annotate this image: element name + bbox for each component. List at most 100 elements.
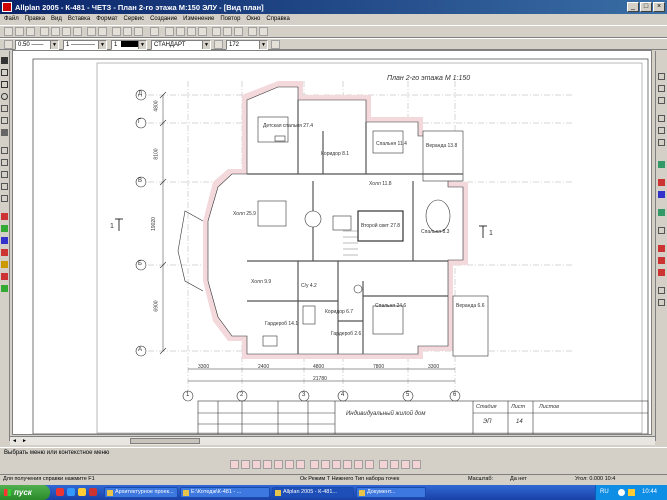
extend-icon[interactable] — [658, 257, 665, 264]
format-painter-icon[interactable] — [271, 40, 280, 49]
menu-repeat[interactable]: Повтор — [220, 16, 240, 22]
endpoint-icon[interactable] — [658, 115, 665, 122]
scale-icon[interactable] — [658, 299, 665, 306]
door-tool-icon[interactable] — [1, 159, 8, 166]
folder-quicklaunch-icon[interactable] — [78, 488, 86, 496]
filter-line-icon[interactable] — [241, 460, 250, 469]
volume-tray-icon[interactable] — [628, 489, 635, 496]
open-file-icon[interactable] — [15, 27, 24, 36]
rotate-tool-icon[interactable] — [1, 285, 8, 292]
layer-visibility-icon[interactable] — [658, 161, 665, 168]
dimension-tool-icon[interactable] — [1, 213, 8, 220]
new-file-icon[interactable] — [4, 27, 13, 36]
refresh-icon[interactable] — [134, 27, 143, 36]
network-tray-icon[interactable] — [618, 489, 625, 496]
ie-quicklaunch-icon[interactable] — [67, 488, 75, 496]
move-tool-icon[interactable] — [1, 261, 8, 268]
hide-icon[interactable] — [234, 27, 243, 36]
help-icon[interactable] — [150, 27, 159, 36]
zoom-window-icon[interactable] — [187, 27, 196, 36]
menu-file[interactable]: Файл — [4, 16, 19, 22]
erase-tool-icon[interactable] — [1, 249, 8, 256]
circle-tool-icon[interactable] — [1, 93, 8, 100]
allplan-app-icon[interactable] — [2, 2, 12, 12]
filter-dim-icon[interactable] — [365, 460, 374, 469]
fill-tool-icon[interactable] — [1, 129, 8, 136]
opera-quicklaunch-icon[interactable] — [56, 488, 64, 496]
pan-icon[interactable] — [176, 27, 185, 36]
filter-text-icon[interactable] — [354, 460, 363, 469]
grid-icon[interactable] — [212, 27, 221, 36]
filter-group-icon[interactable] — [296, 460, 305, 469]
filter-pen-icon[interactable] — [252, 460, 261, 469]
filter-wall-icon[interactable] — [310, 460, 319, 469]
filter-all-icon[interactable] — [412, 460, 421, 469]
settings-icon[interactable] — [248, 27, 257, 36]
rectangle-tool-icon[interactable] — [1, 81, 8, 88]
minimize-button[interactable]: _ — [627, 2, 639, 12]
hatch-tool-icon[interactable] — [1, 225, 8, 232]
filter-pattern-icon[interactable] — [390, 460, 399, 469]
menu-help[interactable]: Справка — [266, 16, 290, 22]
copy-tool-icon[interactable] — [1, 273, 8, 280]
filter-color-icon[interactable] — [263, 460, 272, 469]
taskbar-item[interactable]: Архитектурное проек... — [104, 487, 178, 498]
layer-select[interactable]: СТАНДАРТ ▼ — [151, 40, 211, 50]
align-icon[interactable] — [658, 227, 665, 234]
filter-type-icon[interactable] — [285, 460, 294, 469]
zoom-icon[interactable] — [123, 27, 132, 36]
horizontal-scrollbar[interactable]: ◄ ► — [10, 436, 655, 445]
menu-modify[interactable]: Изменение — [183, 16, 214, 22]
taskbar-item-active[interactable]: Allplan 2005 - К-481... — [272, 487, 354, 498]
layer-number-select[interactable]: 172 ▼ — [226, 40, 268, 50]
menu-window[interactable]: Окно — [246, 16, 260, 22]
arc-tool-icon[interactable] — [1, 117, 8, 124]
start-button[interactable]: пуск — [0, 485, 50, 500]
filter-macro-icon[interactable] — [401, 460, 410, 469]
window-tool-icon[interactable] — [1, 171, 8, 178]
regen-icon[interactable] — [198, 27, 207, 36]
pen-thickness-select[interactable]: 0.50 —— ▼ — [15, 40, 59, 50]
menu-insert[interactable]: Вставка — [68, 16, 90, 22]
undo-icon[interactable] — [87, 27, 96, 36]
stair-tool-icon[interactable] — [1, 195, 8, 202]
wall-tool-icon[interactable] — [1, 147, 8, 154]
snap-icon[interactable] — [658, 73, 665, 80]
save-icon[interactable] — [26, 27, 35, 36]
3d-view-icon[interactable] — [223, 27, 232, 36]
cut-icon[interactable] — [51, 27, 60, 36]
line-tool-icon[interactable] — [1, 69, 8, 76]
filter-hatch-icon[interactable] — [379, 460, 388, 469]
redo-icon[interactable] — [98, 27, 107, 36]
grid-snap-icon[interactable] — [658, 97, 665, 104]
menu-format[interactable]: Формат — [96, 16, 117, 22]
scroll-left-icon[interactable]: ◄ — [12, 438, 17, 444]
color-select[interactable]: 1 ▼ — [111, 40, 147, 50]
filter-room-icon[interactable] — [343, 460, 352, 469]
mirror-icon[interactable] — [658, 287, 665, 294]
object-manager-icon[interactable] — [658, 209, 665, 216]
trim-icon[interactable] — [658, 245, 665, 252]
filter-window-icon[interactable] — [332, 460, 341, 469]
menu-view[interactable]: Вид — [51, 16, 62, 22]
column-tool-icon[interactable] — [1, 183, 8, 190]
layer-icon[interactable] — [112, 27, 121, 36]
layer-manager-icon[interactable] — [214, 40, 223, 49]
ortho-icon[interactable] — [658, 85, 665, 92]
properties-icon[interactable] — [259, 27, 268, 36]
maximize-button[interactable]: □ — [640, 2, 652, 12]
paste-icon[interactable] — [73, 27, 82, 36]
filter-layer-icon[interactable] — [274, 460, 283, 469]
menu-tools[interactable]: Сервис — [124, 16, 145, 22]
language-indicator[interactable]: RU — [600, 489, 609, 495]
center-icon[interactable] — [658, 139, 665, 146]
polyline-tool-icon[interactable] — [1, 105, 8, 112]
text-tool-icon[interactable] — [1, 237, 8, 244]
scroll-thumb[interactable] — [130, 438, 200, 444]
select-tool-icon[interactable] — [1, 57, 8, 64]
filter-icon[interactable] — [230, 460, 239, 469]
close-button[interactable]: × — [653, 2, 665, 12]
copy-icon[interactable] — [62, 27, 71, 36]
print-icon[interactable] — [40, 27, 49, 36]
taskbar-item[interactable]: E:\Котедж\К-481 - ... — [180, 487, 270, 498]
